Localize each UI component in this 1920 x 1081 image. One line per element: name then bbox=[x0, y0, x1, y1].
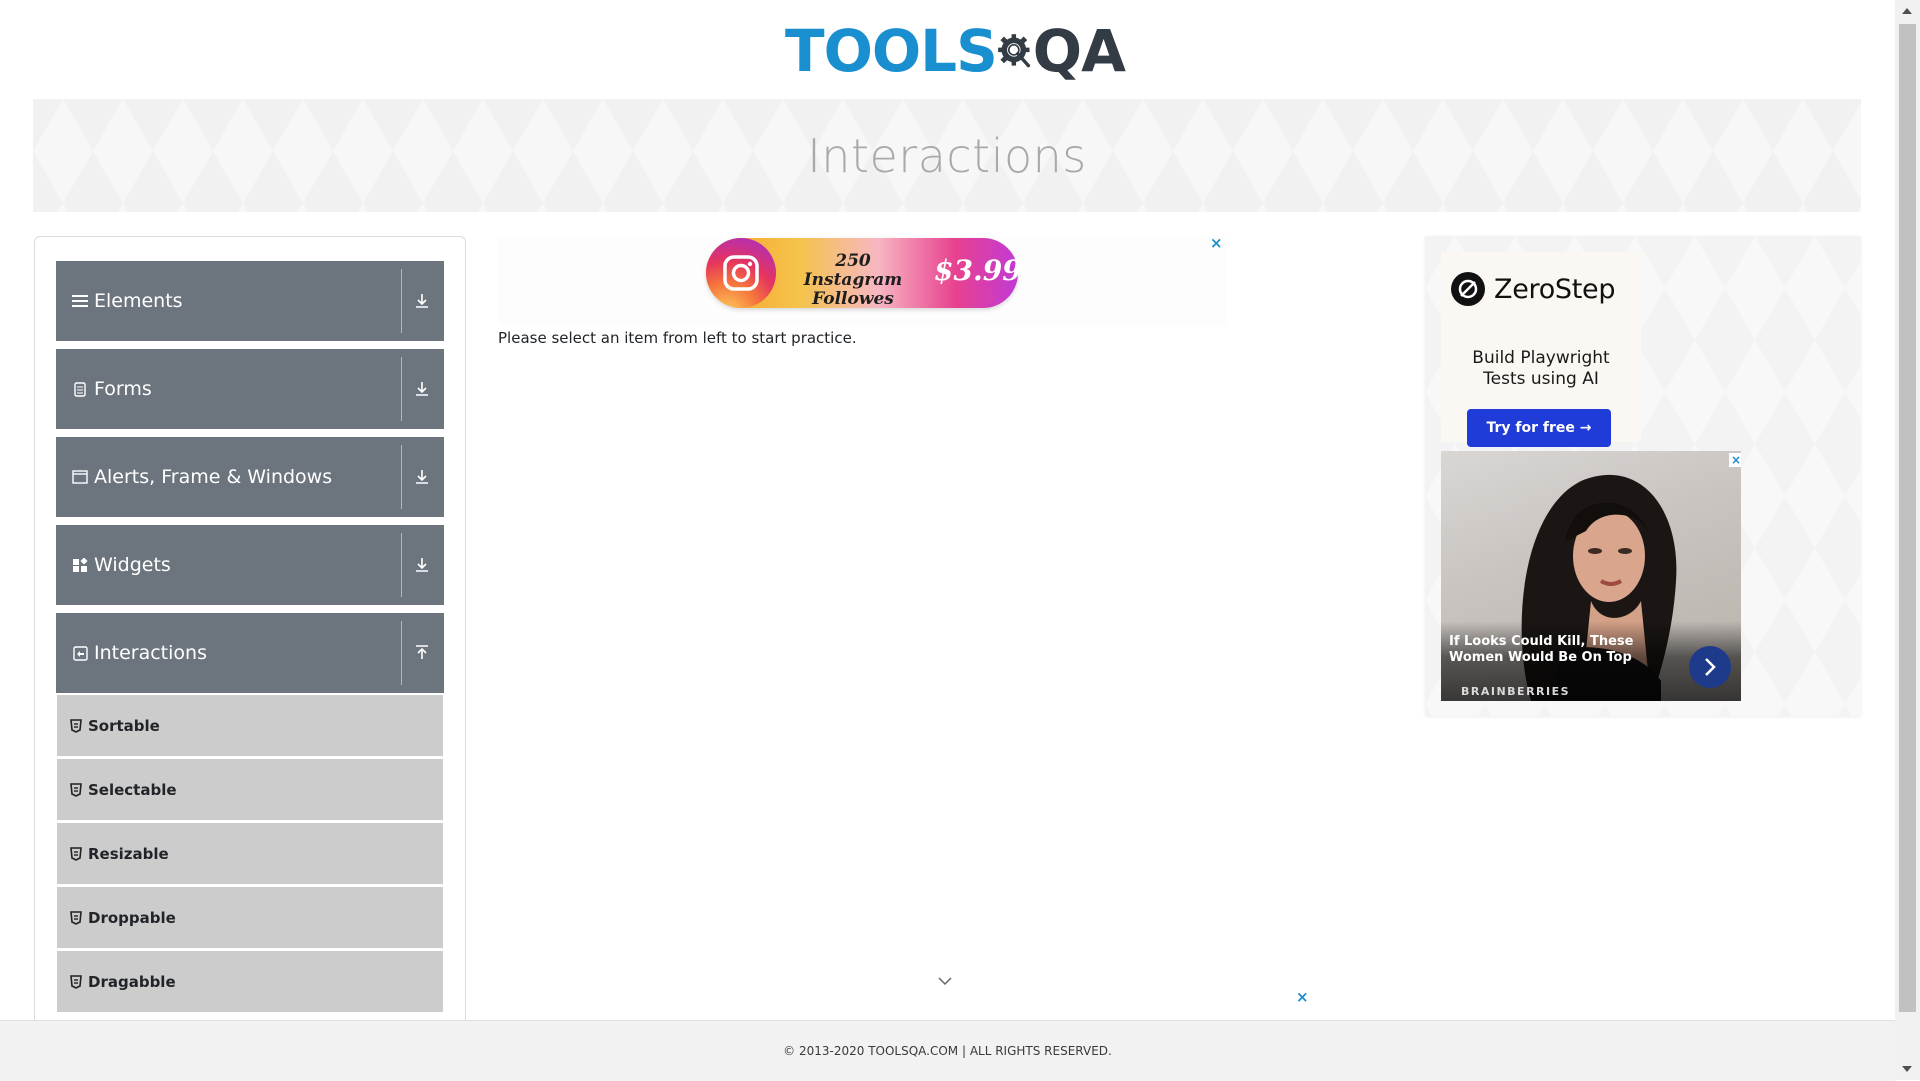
nav-group-label: Forms bbox=[94, 378, 152, 400]
tagline-line-2: Tests using AI bbox=[1483, 369, 1599, 389]
scroll-up-arrow-icon[interactable] bbox=[1902, 8, 1912, 14]
menu-item-droppable[interactable]: Droppable bbox=[57, 887, 443, 948]
tagline-line-1: Build Playwright bbox=[1472, 348, 1610, 368]
nav-group-elements[interactable]: Elements bbox=[56, 261, 444, 341]
nav-group-forms[interactable]: Forms bbox=[56, 349, 444, 429]
list-item-icon bbox=[70, 974, 82, 989]
instagram-ad-pill[interactable]: 250 Instagram Followes $3.99 bbox=[706, 238, 1022, 309]
divider bbox=[401, 533, 402, 597]
ad-text: 250 Instagram Followes bbox=[803, 251, 903, 309]
divider bbox=[401, 269, 402, 333]
right-ad-column: ZeroStep Build Playwright Tests using AI… bbox=[1425, 236, 1861, 716]
nav-group-label: Interactions bbox=[94, 642, 207, 664]
brainberries-ad[interactable]: If Looks Could Kill, These Women Would B… bbox=[1441, 451, 1741, 701]
nav-group-label: Alerts, Frame & Windows bbox=[94, 466, 333, 488]
collapse-arrow-icon[interactable] bbox=[410, 613, 434, 693]
instagram-icon bbox=[706, 238, 776, 308]
window-icon bbox=[72, 469, 88, 485]
page-banner: Interactions bbox=[33, 99, 1861, 212]
menu-item-label: Selectable bbox=[88, 780, 177, 799]
logo-qa-text: QA bbox=[1032, 17, 1126, 85]
menu-item-label: Dragabble bbox=[88, 972, 176, 991]
nav-group-label: Widgets bbox=[94, 554, 171, 576]
copyright-text: © 2013-2020 TOOLSQA.COM | ALL RIGHTS RES… bbox=[783, 1044, 1112, 1058]
page-footer: © 2013-2020 TOOLSQA.COM | ALL RIGHTS RES… bbox=[0, 1020, 1895, 1081]
zerostep-tagline: Build Playwright Tests using AI bbox=[1441, 348, 1641, 390]
expand-arrow-icon[interactable] bbox=[410, 525, 434, 605]
expand-arrow-icon[interactable] bbox=[410, 437, 434, 517]
list-item-icon bbox=[70, 718, 82, 733]
zerostep-name: ZeroStep bbox=[1494, 273, 1616, 305]
try-for-free-button[interactable]: Try for free → bbox=[1467, 409, 1611, 447]
vertical-scrollbar[interactable] bbox=[1895, 0, 1920, 1080]
zerostep-logo-icon bbox=[1451, 272, 1485, 306]
nav-group-interactions[interactable]: Interactions bbox=[56, 613, 444, 693]
menu-item-selectable[interactable]: Selectable bbox=[57, 759, 443, 820]
scrollbar-thumb[interactable] bbox=[1899, 24, 1916, 1012]
menu-item-resizable[interactable]: Resizable bbox=[57, 823, 443, 884]
practice-instructions: Please select an item from left to start… bbox=[498, 329, 857, 347]
top-banner-ad[interactable]: 250 Instagram Followes $3.99 bbox=[498, 236, 1226, 326]
expand-arrow-icon[interactable] bbox=[410, 349, 434, 429]
hamburger-icon bbox=[72, 293, 88, 309]
zerostep-brand: ZeroStep bbox=[1451, 272, 1616, 306]
toolsqa-logo[interactable]: TOOLS QA bbox=[785, 10, 1126, 92]
widgets-icon bbox=[72, 557, 88, 573]
list-item-icon bbox=[70, 846, 82, 861]
document-icon bbox=[72, 381, 88, 397]
divider bbox=[401, 357, 402, 421]
ad-close-icon[interactable]: × bbox=[1729, 453, 1741, 467]
zerostep-ad[interactable]: ZeroStep Build Playwright Tests using AI… bbox=[1441, 252, 1641, 447]
divider bbox=[401, 621, 402, 685]
nav-group-alerts-frames-windows[interactable]: Alerts, Frame & Windows bbox=[56, 437, 444, 517]
menu-item-dragabble[interactable]: Dragabble bbox=[57, 951, 443, 1012]
nav-group-label: Elements bbox=[94, 290, 183, 312]
nav-group-widgets[interactable]: Widgets bbox=[56, 525, 444, 605]
chevron-right-icon[interactable] bbox=[1689, 646, 1731, 688]
menu-item-label: Droppable bbox=[88, 908, 176, 927]
expand-arrow-icon[interactable] bbox=[410, 261, 434, 341]
page-title: Interactions bbox=[807, 128, 1087, 183]
menu-item-label: Sortable bbox=[88, 716, 160, 735]
ad-price: $3.99 bbox=[934, 254, 1022, 287]
menu-item-sortable[interactable]: Sortable bbox=[57, 695, 443, 756]
divider bbox=[401, 445, 402, 509]
scroll-down-arrow-icon[interactable] bbox=[1902, 1066, 1912, 1072]
gear-magnifier-icon bbox=[998, 34, 1030, 68]
logo-tools-text: TOOLS bbox=[785, 17, 998, 85]
menu-item-label: Resizable bbox=[88, 844, 169, 863]
list-item-icon bbox=[70, 910, 82, 925]
bottom-ad-close-icon[interactable]: × bbox=[1296, 988, 1309, 1006]
interactions-icon bbox=[72, 645, 88, 661]
ad-close-icon[interactable]: × bbox=[1210, 234, 1223, 252]
ad-headline: If Looks Could Kill, These Women Would B… bbox=[1449, 634, 1634, 665]
chevron-down-icon[interactable] bbox=[937, 975, 953, 987]
ad-source: BRAINBERRIES bbox=[1461, 685, 1571, 698]
list-item-icon bbox=[70, 782, 82, 797]
